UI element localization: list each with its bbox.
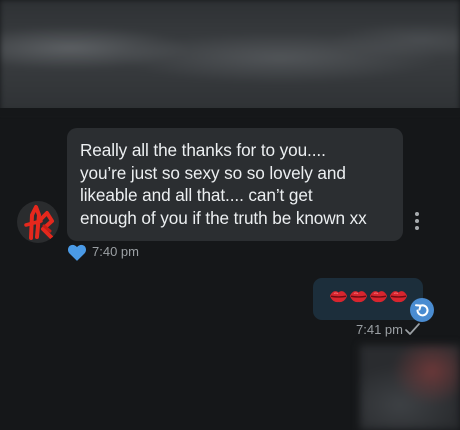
avatar-scribble-icon <box>24 205 54 240</box>
dot <box>415 226 419 230</box>
heart-reaction-shape <box>67 244 87 261</box>
message-line: you’re just so sexy so so lovely and <box>80 162 346 183</box>
reply-icon[interactable] <box>410 298 434 322</box>
kiss-lips-icon <box>329 290 348 303</box>
kiss-lips-icon <box>389 290 408 303</box>
message-line: Really all the thanks for to you.... <box>80 140 326 160</box>
dot <box>415 219 419 223</box>
divider <box>0 108 460 116</box>
sent-check-shape <box>405 323 420 335</box>
kiss-lips-icon <box>349 290 368 303</box>
emoji-row <box>329 290 409 303</box>
message-timestamp: 7:41 pm <box>356 322 403 337</box>
message-line: enough of you if the truth be known xx <box>80 207 367 228</box>
heart-icon[interactable] <box>67 243 87 262</box>
avatar[interactable] <box>17 201 59 243</box>
more-options-icon[interactable] <box>412 210 422 232</box>
blurred-corner-area <box>360 345 460 430</box>
kiss-lips-icon <box>369 290 388 303</box>
message-text: Really all the thanks for to you.... you… <box>80 139 393 229</box>
dot <box>415 212 419 216</box>
message-line: likeable and all that.... can’t get <box>80 185 313 205</box>
check-icon <box>402 322 422 336</box>
blurred-header-area <box>0 0 460 112</box>
message-timestamp: 7:40 pm <box>92 244 139 259</box>
incoming-message-bubble[interactable]: Really all the thanks for to you.... you… <box>67 128 403 241</box>
reply-arrow-shape <box>415 304 429 317</box>
outgoing-message-bubble[interactable] <box>313 278 423 320</box>
